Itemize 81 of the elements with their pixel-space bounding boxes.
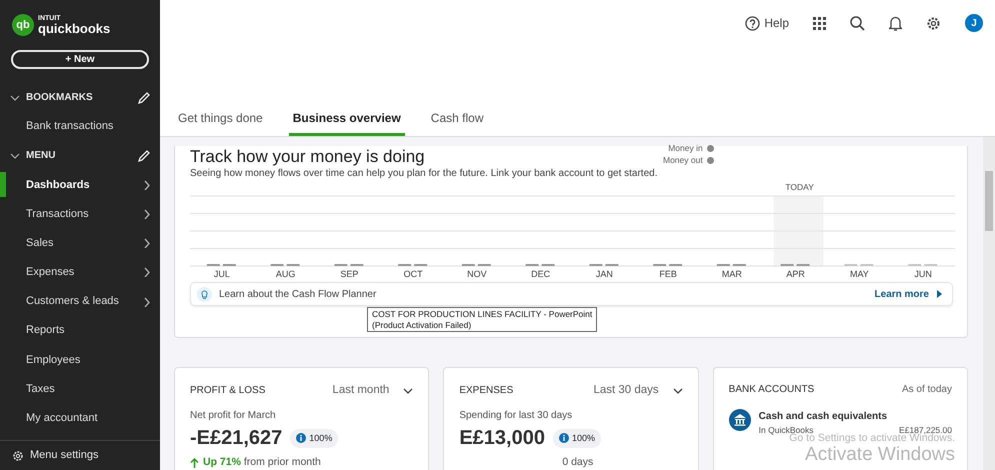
tooltip: COST FOR PRODUCTION LINES FACILITY - PowerPoint (Product Activation Failed)	[367, 307, 598, 332]
month-label: MAR	[722, 268, 742, 281]
scrollbar-thumb	[985, 171, 993, 231]
avatar[interactable]: J	[965, 14, 983, 32]
sidebar-item[interactable]: Reports	[0, 316, 160, 346]
as-of-label: As of today	[902, 383, 952, 397]
percent-badge: 100%	[290, 428, 338, 448]
settings-icon[interactable]	[926, 16, 941, 30]
widget-title: BANK ACCOUNTS	[728, 383, 816, 397]
activation-title: Activate Windows	[805, 444, 955, 467]
tab[interactable]: Cash flow	[426, 109, 488, 136]
period-dropdown[interactable]: Last month	[332, 382, 414, 400]
month-label: JUL	[214, 268, 230, 281]
amount: E£13,000	[459, 426, 545, 452]
chevron-icon[interactable]	[10, 94, 20, 100]
caret-icon	[403, 388, 414, 394]
month-label: NOV	[467, 268, 487, 281]
info-icon	[296, 433, 306, 444]
info-icon	[558, 433, 569, 444]
activation-hint: Go to Settings to activate Windows.	[789, 432, 955, 446]
sidebar-item[interactable]: My accountant	[0, 404, 160, 433]
trend-text: 0 days	[561, 455, 594, 470]
sidebar-item[interactable]: Bank transactions	[0, 112, 160, 142]
percent-badge: 100%	[552, 428, 601, 448]
bell-icon[interactable]	[889, 16, 902, 30]
section-title: MENU	[26, 149, 56, 164]
month-label: OCT	[404, 268, 423, 281]
sidebar-item[interactable]: Dashboards	[0, 170, 160, 200]
sidebar-item[interactable]: Taxes	[0, 374, 160, 404]
new-button[interactable]: + New	[11, 50, 149, 69]
widget-title: EXPENSES	[459, 384, 514, 398]
sidebar-item[interactable]: Sales	[0, 228, 160, 258]
period-dropdown[interactable]: Last 30 days	[593, 382, 683, 400]
sidebar-item[interactable]: Customers & leads	[0, 286, 160, 316]
legend-dot	[706, 156, 714, 164]
card-subtitle: Seeing how money flows over time can help you plan for the future. Link your bank account to get started.	[190, 168, 658, 180]
pencil-icon[interactable]	[138, 92, 150, 104]
amount: -E£21,627	[190, 426, 282, 452]
today-label: TODAY	[785, 181, 814, 194]
legend-label: Money in	[668, 142, 703, 154]
month-label: JAN	[596, 268, 613, 281]
help-button[interactable]: Help	[745, 14, 789, 32]
month-label: SEP	[340, 268, 358, 281]
logo-mark: qb	[12, 14, 34, 36]
widget-caption: Net profit for March	[190, 409, 277, 424]
apps-grid-icon[interactable]	[813, 16, 826, 30]
caret-icon	[672, 388, 683, 394]
card-title: Track how your money is doing	[190, 146, 425, 168]
pencil-icon[interactable]	[138, 150, 150, 162]
brand-text: quickbooks	[38, 22, 110, 35]
month-label: AUG	[276, 268, 296, 281]
lightbulb-icon	[197, 286, 212, 302]
widget-caption: Spending for last 30 days	[459, 409, 574, 424]
sidebar-item[interactable]: Transactions	[0, 199, 160, 229]
month-label: DEC	[531, 268, 550, 281]
sidebar-item[interactable]: Expenses	[0, 258, 160, 287]
month-label: JUN	[914, 268, 932, 281]
account-name: Cash and cash equivalents	[758, 410, 888, 424]
help-icon	[745, 16, 760, 30]
widget-title: PROFIT & LOSS	[190, 384, 266, 398]
account-balance: E£187,225.00	[899, 424, 952, 435]
month-label: FEB	[659, 268, 677, 281]
up-arrow-icon	[190, 458, 199, 468]
menu-settings-link[interactable]: Menu settings	[30, 447, 98, 464]
section-title: BOOKMARKS	[26, 91, 94, 105]
month-label: MAY	[850, 268, 869, 281]
caret-icon	[937, 290, 942, 298]
chevron-icon[interactable]	[10, 152, 20, 159]
account-source: In QuickBooks	[758, 424, 814, 435]
sidebar-item[interactable]: Employees	[0, 345, 160, 374]
tab[interactable]: Business overview	[288, 109, 405, 136]
search-icon[interactable]	[850, 16, 865, 30]
legend-label: Money out	[663, 154, 703, 166]
tip-text: Learn about the Cash Flow Planner	[219, 288, 378, 302]
learn-more-link[interactable]: Learn more	[874, 286, 942, 302]
tab[interactable]: Get things done	[174, 109, 267, 136]
legend-dot	[706, 144, 714, 152]
month-label: APR	[786, 268, 805, 281]
gear-icon[interactable]	[12, 450, 24, 462]
bank-icon	[728, 409, 751, 431]
trend-text: Up 71% from prior month	[203, 455, 321, 470]
